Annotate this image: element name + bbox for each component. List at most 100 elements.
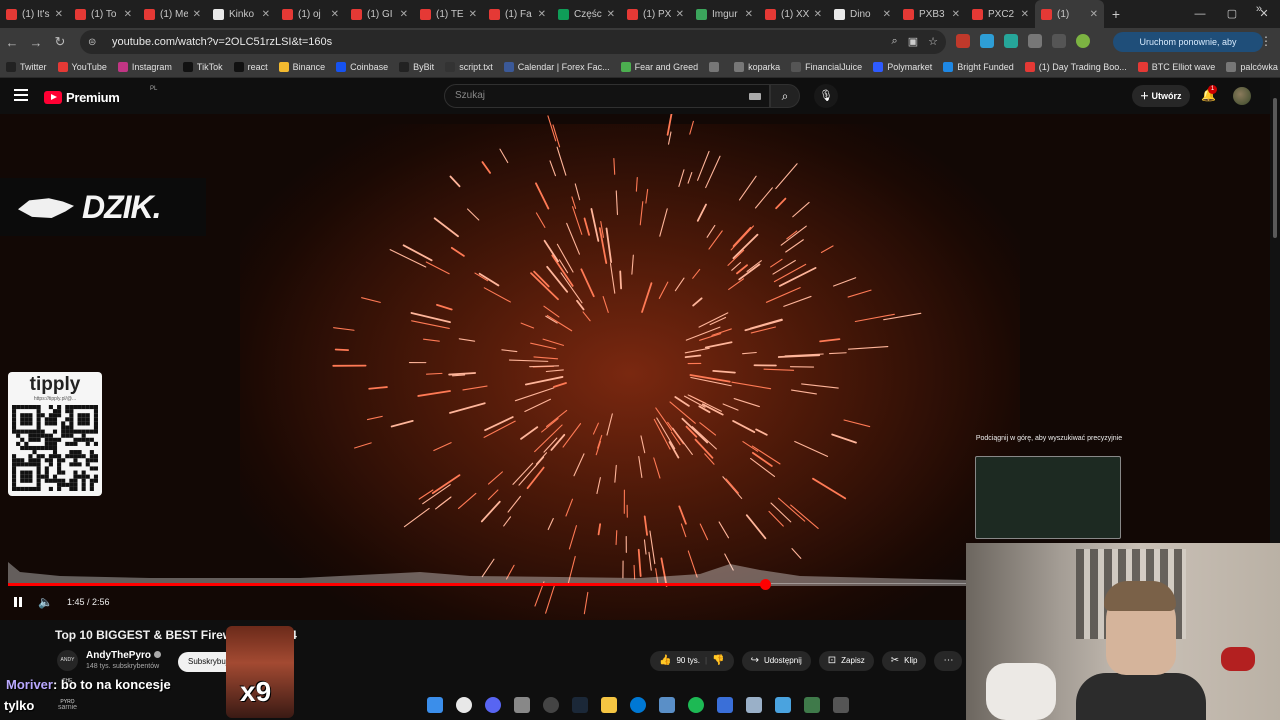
bookmark-item[interactable]: palcówka: [1226, 61, 1278, 72]
more-bookmarks-icon[interactable]: »: [1256, 3, 1262, 15]
browser-tab[interactable]: (1) TE ✕: [414, 0, 483, 28]
reload-button[interactable]: ↻: [48, 34, 72, 50]
photos-icon[interactable]: [775, 697, 791, 713]
browser-tab[interactable]: (1) GI ✕: [345, 0, 414, 28]
tab-close-icon[interactable]: ✕: [607, 9, 615, 20]
progress-scrubber[interactable]: [759, 579, 771, 590]
forward-button[interactable]: →: [24, 35, 48, 50]
bookmark-item[interactable]: TikTok: [182, 61, 223, 72]
tab-close-icon[interactable]: ✕: [814, 9, 822, 20]
tab-close-icon[interactable]: ✕: [55, 9, 63, 20]
address-bar[interactable]: ⊜ youtube.com/watch?v=2OLC51rzLSI&t=160s…: [80, 30, 946, 54]
tab-close-icon[interactable]: ✕: [1021, 9, 1029, 20]
app-icon[interactable]: [659, 697, 675, 713]
search-button[interactable]: ⌕: [770, 84, 800, 108]
bookmark-item[interactable]: react: [233, 61, 268, 72]
bookmark-item[interactable]: Bright Funded: [943, 61, 1014, 72]
tab-close-icon[interactable]: ✕: [331, 9, 339, 20]
volume-icon[interactable]: 🔈: [38, 595, 53, 609]
bookmark-item[interactable]: (1) Day Trading Boo...: [1024, 61, 1127, 72]
bookmark-item[interactable]: [709, 61, 723, 72]
tab-close-icon[interactable]: ✕: [883, 9, 891, 20]
browser-tab[interactable]: (1) PX ✕: [621, 0, 690, 28]
youtube-logo[interactable]: Premium PL: [44, 86, 157, 105]
close-window-button[interactable]: ✕: [1248, 0, 1280, 28]
steam-icon[interactable]: [572, 697, 588, 713]
bookmark-star-icon[interactable]: ☆: [928, 35, 938, 48]
bookmark-item[interactable]: Fear and Greed: [620, 61, 698, 72]
zoom-icon[interactable]: ⌕: [892, 35, 898, 48]
tab-close-icon[interactable]: ✕: [193, 9, 201, 20]
account-avatar[interactable]: [1233, 87, 1251, 105]
share-button[interactable]: ↪ Udostępnij: [741, 651, 811, 671]
app-icon[interactable]: [717, 697, 733, 713]
minimize-button[interactable]: —: [1184, 0, 1216, 28]
browser-tab[interactable]: PXC2 ✕: [966, 0, 1035, 28]
maximize-button[interactable]: ▢: [1216, 0, 1248, 28]
extension-icon[interactable]: [956, 34, 970, 48]
profile-icon[interactable]: [1076, 34, 1090, 48]
browser-tab[interactable]: Kinko ✕: [207, 0, 276, 28]
like-button[interactable]: 👍 90 tys. | 👎: [650, 651, 734, 671]
chrome-icon[interactable]: [456, 697, 472, 713]
back-button[interactable]: ←: [0, 35, 24, 50]
menu-icon[interactable]: [14, 89, 28, 101]
bookmark-item[interactable]: ByBit: [399, 61, 434, 72]
channel-name[interactable]: AndyThePyro: [86, 650, 162, 661]
browser-tab[interactable]: Częśc ✕: [552, 0, 621, 28]
create-button[interactable]: ＋ Utwórz: [1132, 85, 1190, 107]
discord-icon[interactable]: [485, 697, 501, 713]
folder-icon[interactable]: [601, 697, 617, 713]
more-actions-button[interactable]: ⋯: [934, 651, 963, 671]
notepad-icon[interactable]: [746, 697, 762, 713]
browser-menu-icon[interactable]: ⋮: [1260, 34, 1272, 48]
bookmark-item[interactable]: koparka: [734, 61, 780, 72]
media-controls-icon[interactable]: [1052, 34, 1066, 48]
tab-close-icon[interactable]: ✕: [538, 9, 546, 20]
start-icon[interactable]: [427, 697, 443, 713]
tab-close-icon[interactable]: ✕: [676, 9, 684, 20]
search-input[interactable]: Szukaj: [444, 84, 770, 108]
extension-icon[interactable]: [980, 34, 994, 48]
edge-icon[interactable]: [630, 697, 646, 713]
terminal-icon[interactable]: [833, 697, 849, 713]
app-icon[interactable]: [514, 697, 530, 713]
obs-icon[interactable]: [543, 697, 559, 713]
keyboard-icon[interactable]: [749, 93, 761, 100]
site-info-icon[interactable]: ⊜: [88, 37, 102, 48]
bookmark-item[interactable]: Binance: [278, 61, 325, 72]
tab-close-icon[interactable]: ✕: [952, 9, 960, 20]
browser-tab[interactable]: (1) Fa ✕: [483, 0, 552, 28]
new-tab-button[interactable]: +: [1104, 0, 1128, 28]
spotify-icon[interactable]: [688, 697, 704, 713]
app-icon[interactable]: [804, 697, 820, 713]
pause-button[interactable]: [12, 596, 24, 608]
miniplayer-preview[interactable]: [975, 456, 1121, 539]
bookmark-item[interactable]: YouTube: [57, 61, 107, 72]
bookmark-item[interactable]: Polymarket: [873, 61, 932, 72]
extension-icon[interactable]: [1004, 34, 1018, 48]
bookmark-item[interactable]: Coinbase: [336, 61, 388, 72]
bookmark-item[interactable]: FinancialJuice: [791, 61, 862, 72]
tab-close-icon[interactable]: ✕: [469, 9, 477, 20]
extensions-puzzle-icon[interactable]: [1028, 34, 1042, 48]
voice-search-button[interactable]: 🎙: [814, 84, 838, 108]
browser-tab[interactable]: (1) To ✕: [69, 0, 138, 28]
bookmark-item[interactable]: Twitter: [6, 61, 47, 72]
tab-close-icon[interactable]: ✕: [400, 9, 408, 20]
channel-avatar[interactable]: ANDY THE PYRO: [57, 650, 78, 705]
scrollbar-thumb[interactable]: [1273, 98, 1277, 238]
update-button[interactable]: Uruchom ponownie, aby zaktualizować: [1113, 32, 1263, 67]
clip-button[interactable]: ✂ Klip: [881, 651, 927, 671]
browser-tab[interactable]: (1) It's ✕: [0, 0, 69, 28]
browser-tab[interactable]: (1) oj ✕: [276, 0, 345, 28]
tab-close-icon[interactable]: ✕: [124, 9, 132, 20]
browser-tab[interactable]: Dino ✕: [828, 0, 897, 28]
cast-icon[interactable]: ▣: [908, 35, 918, 48]
browser-tab[interactable]: PXB3 ✕: [897, 0, 966, 28]
tab-close-icon[interactable]: ✕: [745, 9, 753, 20]
bookmark-item[interactable]: script.txt: [445, 61, 493, 72]
save-button[interactable]: ⊡ Zapisz: [818, 651, 874, 671]
bookmark-item[interactable]: BTC Elliot wave: [1137, 61, 1215, 72]
browser-tab[interactable]: (1) ✕: [1035, 0, 1104, 28]
